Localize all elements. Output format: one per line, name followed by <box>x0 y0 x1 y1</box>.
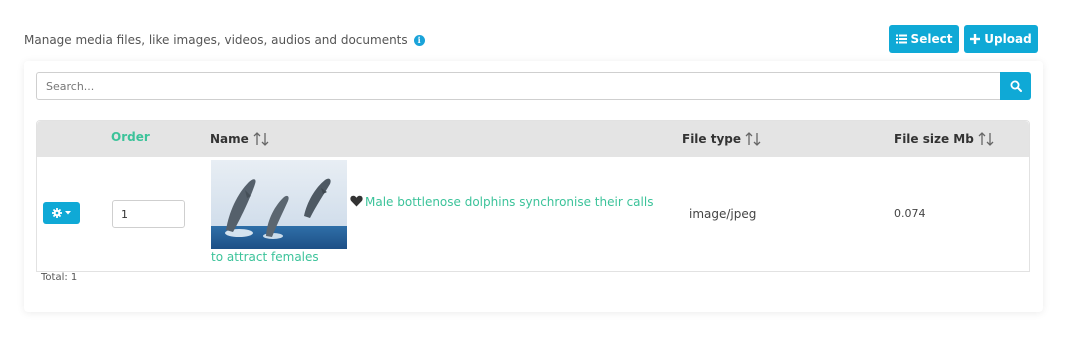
column-file-size-label: File size Mb <box>894 132 974 146</box>
upload-button[interactable]: Upload <box>964 25 1038 53</box>
select-label: Select <box>910 32 953 46</box>
file-type-cell: image/jpeg <box>689 207 757 221</box>
list-icon <box>895 34 907 44</box>
row-actions-button[interactable] <box>43 202 80 224</box>
file-size-cell: 0.074 <box>894 207 926 220</box>
table-header: Order Name File type File size Mb <box>37 121 1029 157</box>
column-order[interactable]: Order <box>111 119 150 155</box>
media-thumbnail[interactable] <box>211 160 347 249</box>
sort-icon[interactable] <box>978 131 994 147</box>
media-name-link[interactable]: Male bottlenose dolphins synchronise the… <box>365 195 653 209</box>
upload-label: Upload <box>984 32 1032 46</box>
order-input[interactable] <box>112 200 185 228</box>
column-file-size[interactable]: File size Mb <box>894 121 994 157</box>
gear-icon <box>52 208 62 218</box>
sort-icon[interactable] <box>253 131 269 147</box>
column-file-type[interactable]: File type <box>682 121 761 157</box>
search-button[interactable] <box>1000 72 1031 100</box>
caret-down-icon <box>65 211 71 215</box>
media-name-link-continued[interactable]: to attract females <box>211 250 319 264</box>
media-table: Order Name File type File size Mb 1 Male… <box>36 120 1030 272</box>
search-icon <box>1010 80 1022 92</box>
sort-icon[interactable] <box>745 131 761 147</box>
media-card: Order Name File type <box>24 61 1043 312</box>
column-order-label: Order <box>111 130 150 144</box>
plus-icon <box>970 34 981 44</box>
description-text: Manage media files, like images, videos,… <box>24 33 408 47</box>
column-name[interactable]: Name <box>210 121 269 157</box>
total-count: Total: 1 <box>41 272 78 283</box>
heart-icon <box>350 195 363 207</box>
column-name-label: Name <box>210 132 249 146</box>
column-file-type-label: File type <box>682 132 742 146</box>
select-button[interactable]: Select <box>889 25 959 53</box>
search-input[interactable] <box>36 72 1000 100</box>
info-icon[interactable]: i <box>413 34 425 46</box>
table-row: Male bottlenose dolphins synchronise the… <box>37 157 1029 271</box>
search-bar <box>36 72 1031 100</box>
page-description: Manage media files, like images, videos,… <box>24 33 425 47</box>
